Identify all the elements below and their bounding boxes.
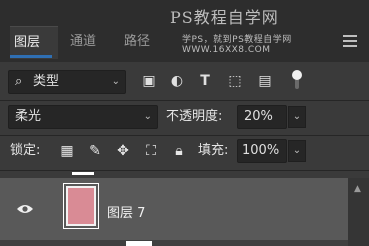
filter-kind-label: 类型 bbox=[33, 74, 60, 89]
opacity-input[interactable]: 20% bbox=[237, 105, 287, 129]
search-icon: ⌕ bbox=[15, 74, 23, 89]
lock-label: 锁定: bbox=[10, 143, 41, 158]
chevron-down-icon: ⌄ bbox=[143, 111, 152, 122]
layer-above-thumbnail-edge bbox=[72, 172, 94, 175]
shape-filter-icon[interactable]: ⬚ bbox=[226, 72, 244, 90]
panel-menu-icon[interactable] bbox=[343, 35, 357, 47]
smart-object-filter-icon[interactable]: ▤ bbox=[256, 72, 274, 90]
adjustment-filter-icon[interactable]: ◐ bbox=[168, 72, 186, 90]
layer-thumbnail[interactable] bbox=[66, 186, 96, 226]
fill-slider-toggle[interactable]: ⌄ bbox=[288, 140, 306, 162]
divider bbox=[0, 135, 369, 136]
watermark-slogan: 学PS，就到PS教程自学网 bbox=[182, 35, 292, 45]
lock-image-pixels-icon[interactable]: ✎ bbox=[86, 142, 104, 160]
scroll-up-icon[interactable]: ▲ bbox=[354, 184, 361, 194]
layer-name[interactable]: 图层 7 bbox=[107, 202, 145, 221]
filter-toggle-icon[interactable] bbox=[290, 68, 304, 92]
fill-input[interactable]: 100% bbox=[237, 139, 287, 163]
divider bbox=[0, 100, 369, 101]
tab-paths[interactable]: 路径 bbox=[124, 26, 164, 58]
lock-position-icon[interactable]: ✥ bbox=[114, 142, 132, 160]
layer-row[interactable] bbox=[0, 178, 348, 240]
visibility-eye-icon[interactable] bbox=[16, 203, 34, 215]
tab-channels[interactable]: 通道 bbox=[70, 26, 110, 58]
pixel-filter-icon[interactable]: ▣ bbox=[140, 72, 158, 90]
layer-row[interactable] bbox=[0, 240, 348, 246]
blend-mode-value: 柔光 bbox=[15, 109, 42, 124]
opacity-label: 不透明度: bbox=[166, 109, 223, 124]
watermark-title: PS教程自学网 bbox=[170, 8, 279, 27]
active-tab-indicator bbox=[10, 55, 52, 58]
opacity-slider-toggle[interactable]: ⌄ bbox=[288, 106, 306, 128]
fill-label: 填充: bbox=[198, 143, 229, 158]
next-layer-thumbnail bbox=[126, 241, 152, 246]
divider bbox=[0, 170, 369, 171]
watermark-subtitle: 学PS，就到PS教程自学网 WWW.16XX8.COM bbox=[182, 32, 292, 55]
chevron-down-icon: ⌄ bbox=[111, 76, 120, 87]
opacity-value: 20% bbox=[244, 109, 273, 124]
watermark-url: WWW.16XX8.COM bbox=[182, 45, 271, 55]
lock-all-icon[interactable]: 🔒︎ bbox=[170, 142, 188, 160]
blend-mode-dropdown[interactable]: 柔光 ⌄ bbox=[8, 105, 158, 129]
prevent-auto-nesting-icon[interactable]: ⛶ bbox=[142, 142, 160, 160]
layer-filter-dropdown[interactable]: ⌕ 类型 ⌄ bbox=[8, 70, 126, 94]
fill-value: 100% bbox=[242, 143, 280, 158]
lock-transparent-pixels-icon[interactable]: ▦ bbox=[58, 142, 76, 160]
type-filter-icon[interactable]: T bbox=[196, 72, 214, 90]
